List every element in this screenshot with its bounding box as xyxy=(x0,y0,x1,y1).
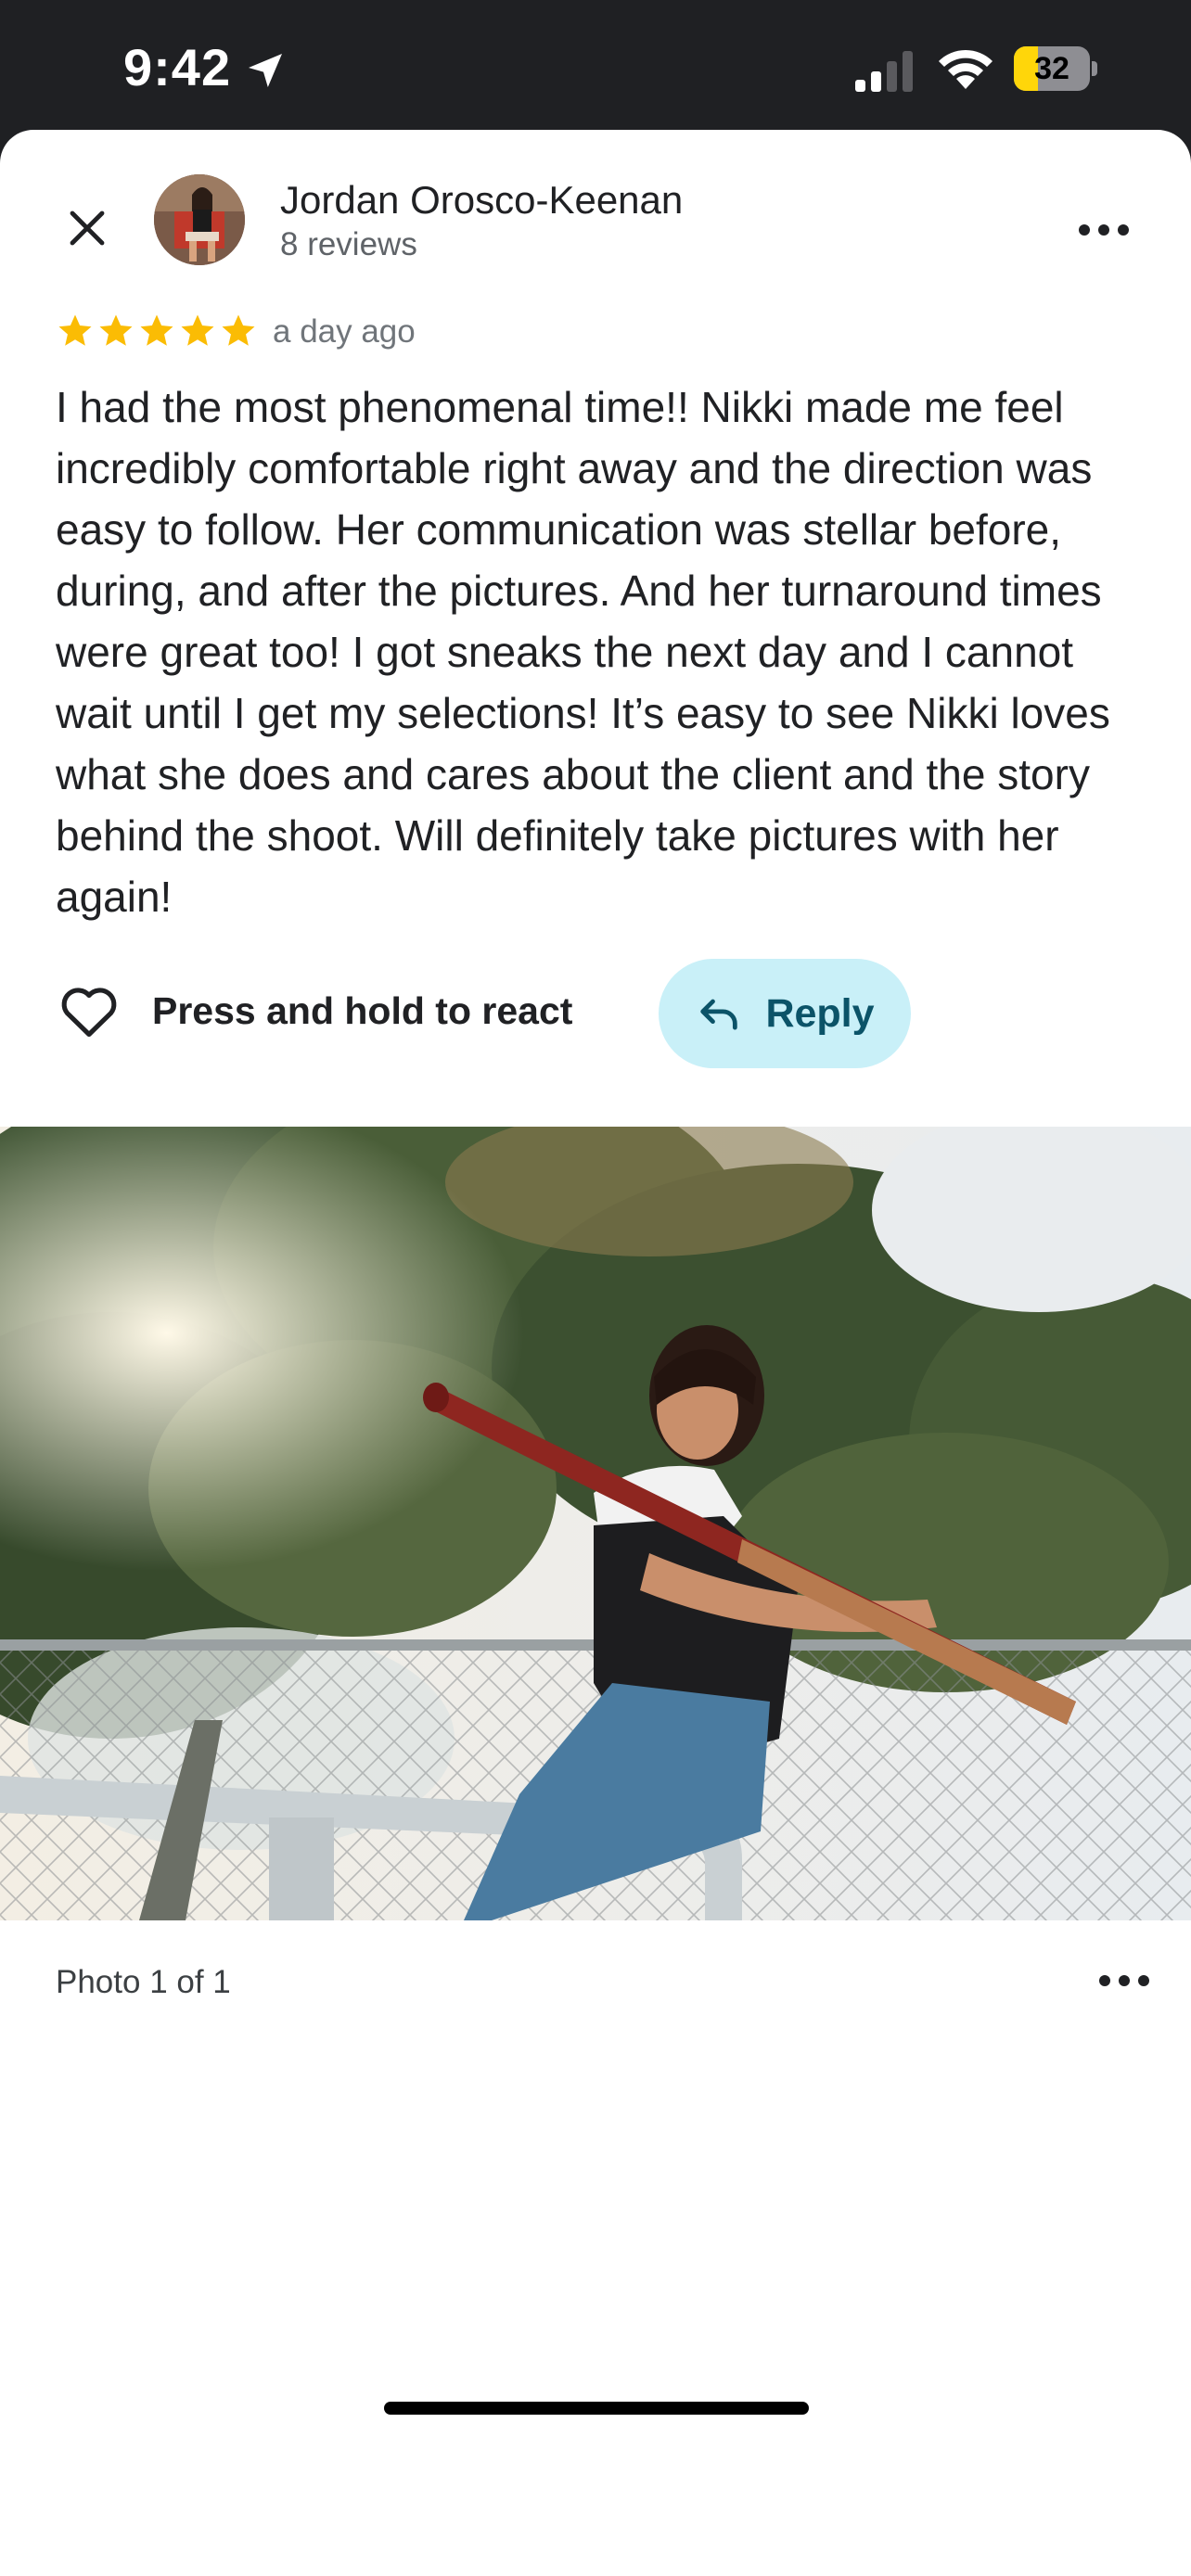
location-arrow-icon xyxy=(249,54,282,87)
photo-caption: Photo 1 of 1 xyxy=(56,1964,231,2000)
reviewer-name[interactable]: Jordan Orosco-Keenan xyxy=(280,178,683,223)
review-photo[interactable] xyxy=(0,1127,1191,1920)
review-text: I had the most phenomenal time!! Nikki m… xyxy=(56,383,1110,921)
reply-label: Reply xyxy=(765,990,875,1036)
close-button[interactable] xyxy=(52,193,122,263)
review-count: 8 reviews xyxy=(280,226,417,262)
battery-icon: 32 xyxy=(1014,46,1097,91)
battery-percent: 32 xyxy=(1034,51,1069,86)
heart-icon xyxy=(61,988,117,1038)
more-horizontal-icon xyxy=(1099,1975,1149,1986)
star-icon xyxy=(181,314,214,346)
signal-icon xyxy=(855,51,913,92)
review-date: a day ago xyxy=(273,313,416,350)
review-sheet: Jordan Orosco-Keenan 8 reviews a day ago… xyxy=(0,130,1191,2576)
home-indicator[interactable] xyxy=(384,2402,809,2415)
more-horizontal-icon xyxy=(1079,224,1129,236)
react-button[interactable]: Press and hold to react xyxy=(56,957,572,1065)
react-label: Press and hold to react xyxy=(152,988,573,1032)
status-bar: 9:42 32 xyxy=(0,0,1191,139)
review-more-button[interactable] xyxy=(1067,202,1141,258)
wifi-icon xyxy=(939,49,992,89)
photo-more-button[interactable] xyxy=(1087,1953,1161,2009)
star-rating xyxy=(56,312,258,351)
reviewer-avatar[interactable] xyxy=(154,174,245,265)
star-icon xyxy=(99,314,133,346)
status-time: 9:42 xyxy=(123,38,232,96)
reply-button[interactable]: Reply xyxy=(659,959,911,1068)
star-icon xyxy=(140,314,173,346)
star-icon xyxy=(222,314,255,346)
star-icon xyxy=(58,314,92,346)
close-icon xyxy=(70,210,105,246)
reply-arrow-icon xyxy=(700,999,738,1030)
